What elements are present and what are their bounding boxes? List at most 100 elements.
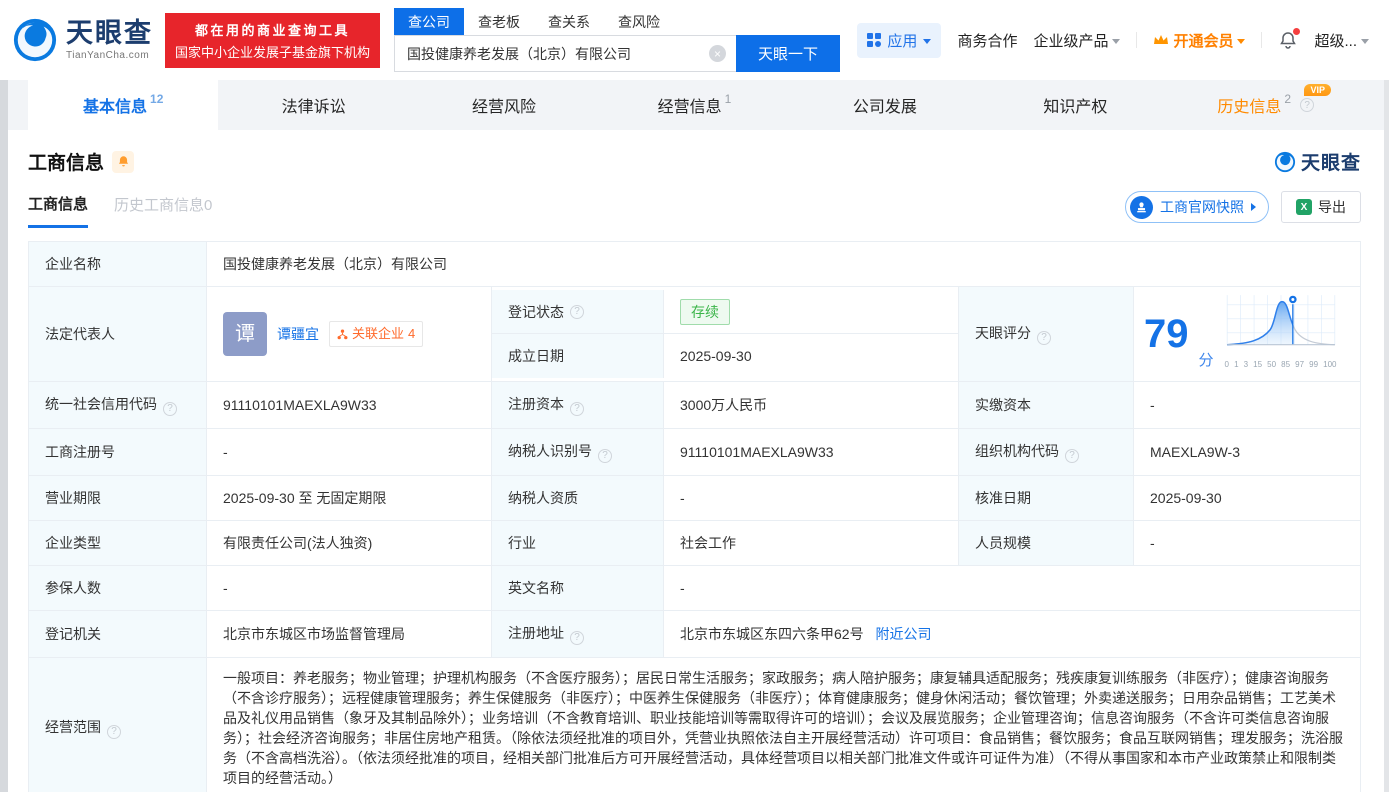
search-input[interactable]: [394, 35, 737, 72]
tab-legal-proceedings[interactable]: 法律诉讼: [218, 80, 408, 130]
company-name-label: 企业名称: [28, 241, 207, 287]
top-header: 天眼查 TianYanCha.com 都在用的商业查询工具 国家中小企业发展子基…: [0, 0, 1389, 80]
tab-count: 2: [1284, 92, 1292, 106]
establish-date-value: 2025-09-30: [680, 348, 752, 364]
help-icon[interactable]: [570, 304, 584, 319]
help-icon[interactable]: [1037, 331, 1051, 345]
crown-icon: [1154, 35, 1169, 44]
table-row: 经营范围 一般项目：养老服务；物业管理；护理机构服务（不含医疗服务）；居民日常生…: [28, 657, 1361, 792]
top-menu: 应用 商务合作 企业级产品 开通会员 超级...: [857, 22, 1369, 58]
tab-company-development[interactable]: 公司发展: [790, 80, 980, 130]
search-tab-relation[interactable]: 查关系: [534, 8, 604, 35]
nearby-companies-link[interactable]: 附近公司: [875, 626, 931, 642]
left-edge-strip: [0, 80, 8, 792]
help-icon[interactable]: [598, 449, 612, 463]
tab-label: 基本信息: [83, 99, 148, 116]
legal-rep-label: 法定代表人: [28, 286, 207, 382]
export-button[interactable]: 导出: [1281, 191, 1361, 223]
reg-address-label: 注册地址: [491, 610, 664, 658]
search-button[interactable]: 天眼一下: [736, 35, 841, 72]
vip-badge: VIP: [1304, 84, 1331, 96]
help-icon[interactable]: [163, 402, 177, 416]
search-tab-risk[interactable]: 查风险: [604, 8, 674, 35]
tab-basic-info[interactable]: 基本信息 12: [28, 80, 219, 130]
notification-dot: [1293, 28, 1301, 35]
tab-label: 法律诉讼: [281, 99, 346, 116]
table-row: 营业期限 2025-09-30 至 无固定期限 纳税人资质 - 核准日期 202…: [28, 475, 1361, 521]
legal-rep-name-link[interactable]: 谭疆宜: [277, 324, 319, 344]
menu-super-vip[interactable]: 超级...: [1314, 30, 1369, 51]
score-label: 天眼评分: [958, 286, 1134, 382]
tax-quality-label: 纳税人资质: [491, 475, 664, 521]
arrow-right-icon: [1251, 203, 1256, 211]
help-icon[interactable]: [107, 725, 121, 739]
paid-capital-label: 实缴资本: [958, 381, 1134, 429]
related-company-badge[interactable]: 关联企业 4: [329, 321, 424, 347]
tab-operating-risk[interactable]: 经营风险: [409, 80, 599, 130]
reg-authority-value: 北京市东城区市场监督管理局: [206, 610, 492, 658]
tab-history-info[interactable]: VIP 历史信息 2: [1171, 80, 1361, 130]
table-row: 工商注册号 - 纳税人识别号 91110101MAEXLA9W33 组织机构代码…: [28, 428, 1361, 476]
reg-authority-label: 登记机关: [28, 610, 207, 658]
subtab-history-registration[interactable]: 历史工商信息0: [114, 194, 212, 226]
org-chart-icon: [337, 329, 348, 339]
establish-date-label: 成立日期: [492, 334, 664, 378]
promo-badge: 都在用的商业查询工具 国家中小企业发展子基金旗下机构: [165, 12, 381, 68]
menu-vip[interactable]: 开通会员: [1153, 30, 1246, 51]
tab-business-info[interactable]: 经营信息 1: [599, 80, 789, 130]
score-axis-ticks: 01 3 15 50 85 97 99 100: [1224, 360, 1337, 369]
business-scope-label: 经营范围: [28, 657, 207, 792]
logo-swirl-icon: [13, 18, 57, 62]
reg-capital-label: 注册资本: [491, 381, 664, 429]
help-icon[interactable]: [570, 402, 584, 416]
search-area: 查公司 查老板 查关系 查风险 × 天眼一下: [394, 8, 841, 72]
table-row: 登记机关 北京市东城区市场监督管理局 注册地址 北京市东城区东四六条甲62号 附…: [28, 610, 1361, 658]
notification-bell-icon[interactable]: [1278, 28, 1301, 50]
promo-line1: 都在用的商业查询工具: [195, 22, 351, 38]
english-name-value: -: [663, 565, 1361, 611]
insured-count-label: 参保人数: [28, 565, 207, 611]
search-tab-company[interactable]: 查公司: [394, 8, 465, 35]
search-tab-boss[interactable]: 查老板: [464, 8, 534, 35]
snapshot-label: 工商官网快照: [1160, 199, 1244, 215]
help-icon[interactable]: [1300, 98, 1315, 112]
super-label: 超级...: [1314, 32, 1357, 50]
score-value: 79: [1144, 312, 1189, 356]
company-name-value: 国投健康养老发展（北京）有限公司: [206, 241, 1361, 287]
right-edge-strip: [1384, 80, 1389, 792]
export-label: 导出: [1318, 199, 1346, 215]
term-value: 2025-09-30 至 无固定期限: [206, 475, 492, 521]
section-title: 工商信息: [28, 153, 105, 174]
table-row: 企业类型 有限责任公司(法人独资) 行业 社会工作 人员规模 -: [28, 520, 1361, 566]
term-label: 营业期限: [28, 475, 207, 521]
watermark-logo: 天眼查: [1274, 148, 1361, 175]
reg-capital-value: 3000万人民币: [663, 381, 959, 429]
apps-label: 应用: [887, 32, 918, 50]
staff-size-value: -: [1133, 520, 1361, 566]
tab-label: 经营信息: [657, 99, 722, 116]
credit-code-label: 统一社会信用代码: [28, 381, 207, 429]
avatar[interactable]: 谭: [223, 312, 267, 356]
status-badge: 存续: [680, 298, 730, 325]
apps-menu[interactable]: 应用: [857, 22, 942, 58]
help-icon[interactable]: [1065, 449, 1079, 463]
paid-capital-value: -: [1133, 381, 1361, 429]
table-row: 参保人数 - 英文名称 -: [28, 565, 1361, 611]
tab-intellectual-property[interactable]: 知识产权: [980, 80, 1170, 130]
reg-no-value: -: [206, 428, 492, 476]
help-icon[interactable]: [570, 631, 584, 645]
reg-address-value: 北京市东城区东四六条甲62号 附近公司: [663, 610, 1361, 658]
menu-cooperation[interactable]: 商务合作: [957, 30, 1017, 51]
org-code-label: 组织机构代码: [958, 428, 1134, 476]
tab-label: 历史信息: [1217, 99, 1282, 116]
menu-enterprise[interactable]: 企业级产品: [1033, 30, 1121, 51]
approved-date-value: 2025-09-30: [1133, 475, 1361, 521]
app-grid-icon: [867, 33, 882, 47]
subscribe-bell-icon[interactable]: [112, 150, 135, 173]
tianyancha-logo[interactable]: 天眼查 TianYanCha.com: [12, 17, 153, 63]
detail-nav: 基本信息 12 法律诉讼 经营风险 经营信息 1 公司发展 知识产权 VIP 历…: [0, 80, 1389, 130]
clear-icon[interactable]: ×: [709, 45, 727, 62]
logo-swirl-icon: [1274, 151, 1296, 172]
subtab-business-registration[interactable]: 工商信息: [28, 193, 89, 228]
official-snapshot-button[interactable]: 工商官网快照: [1125, 191, 1269, 223]
